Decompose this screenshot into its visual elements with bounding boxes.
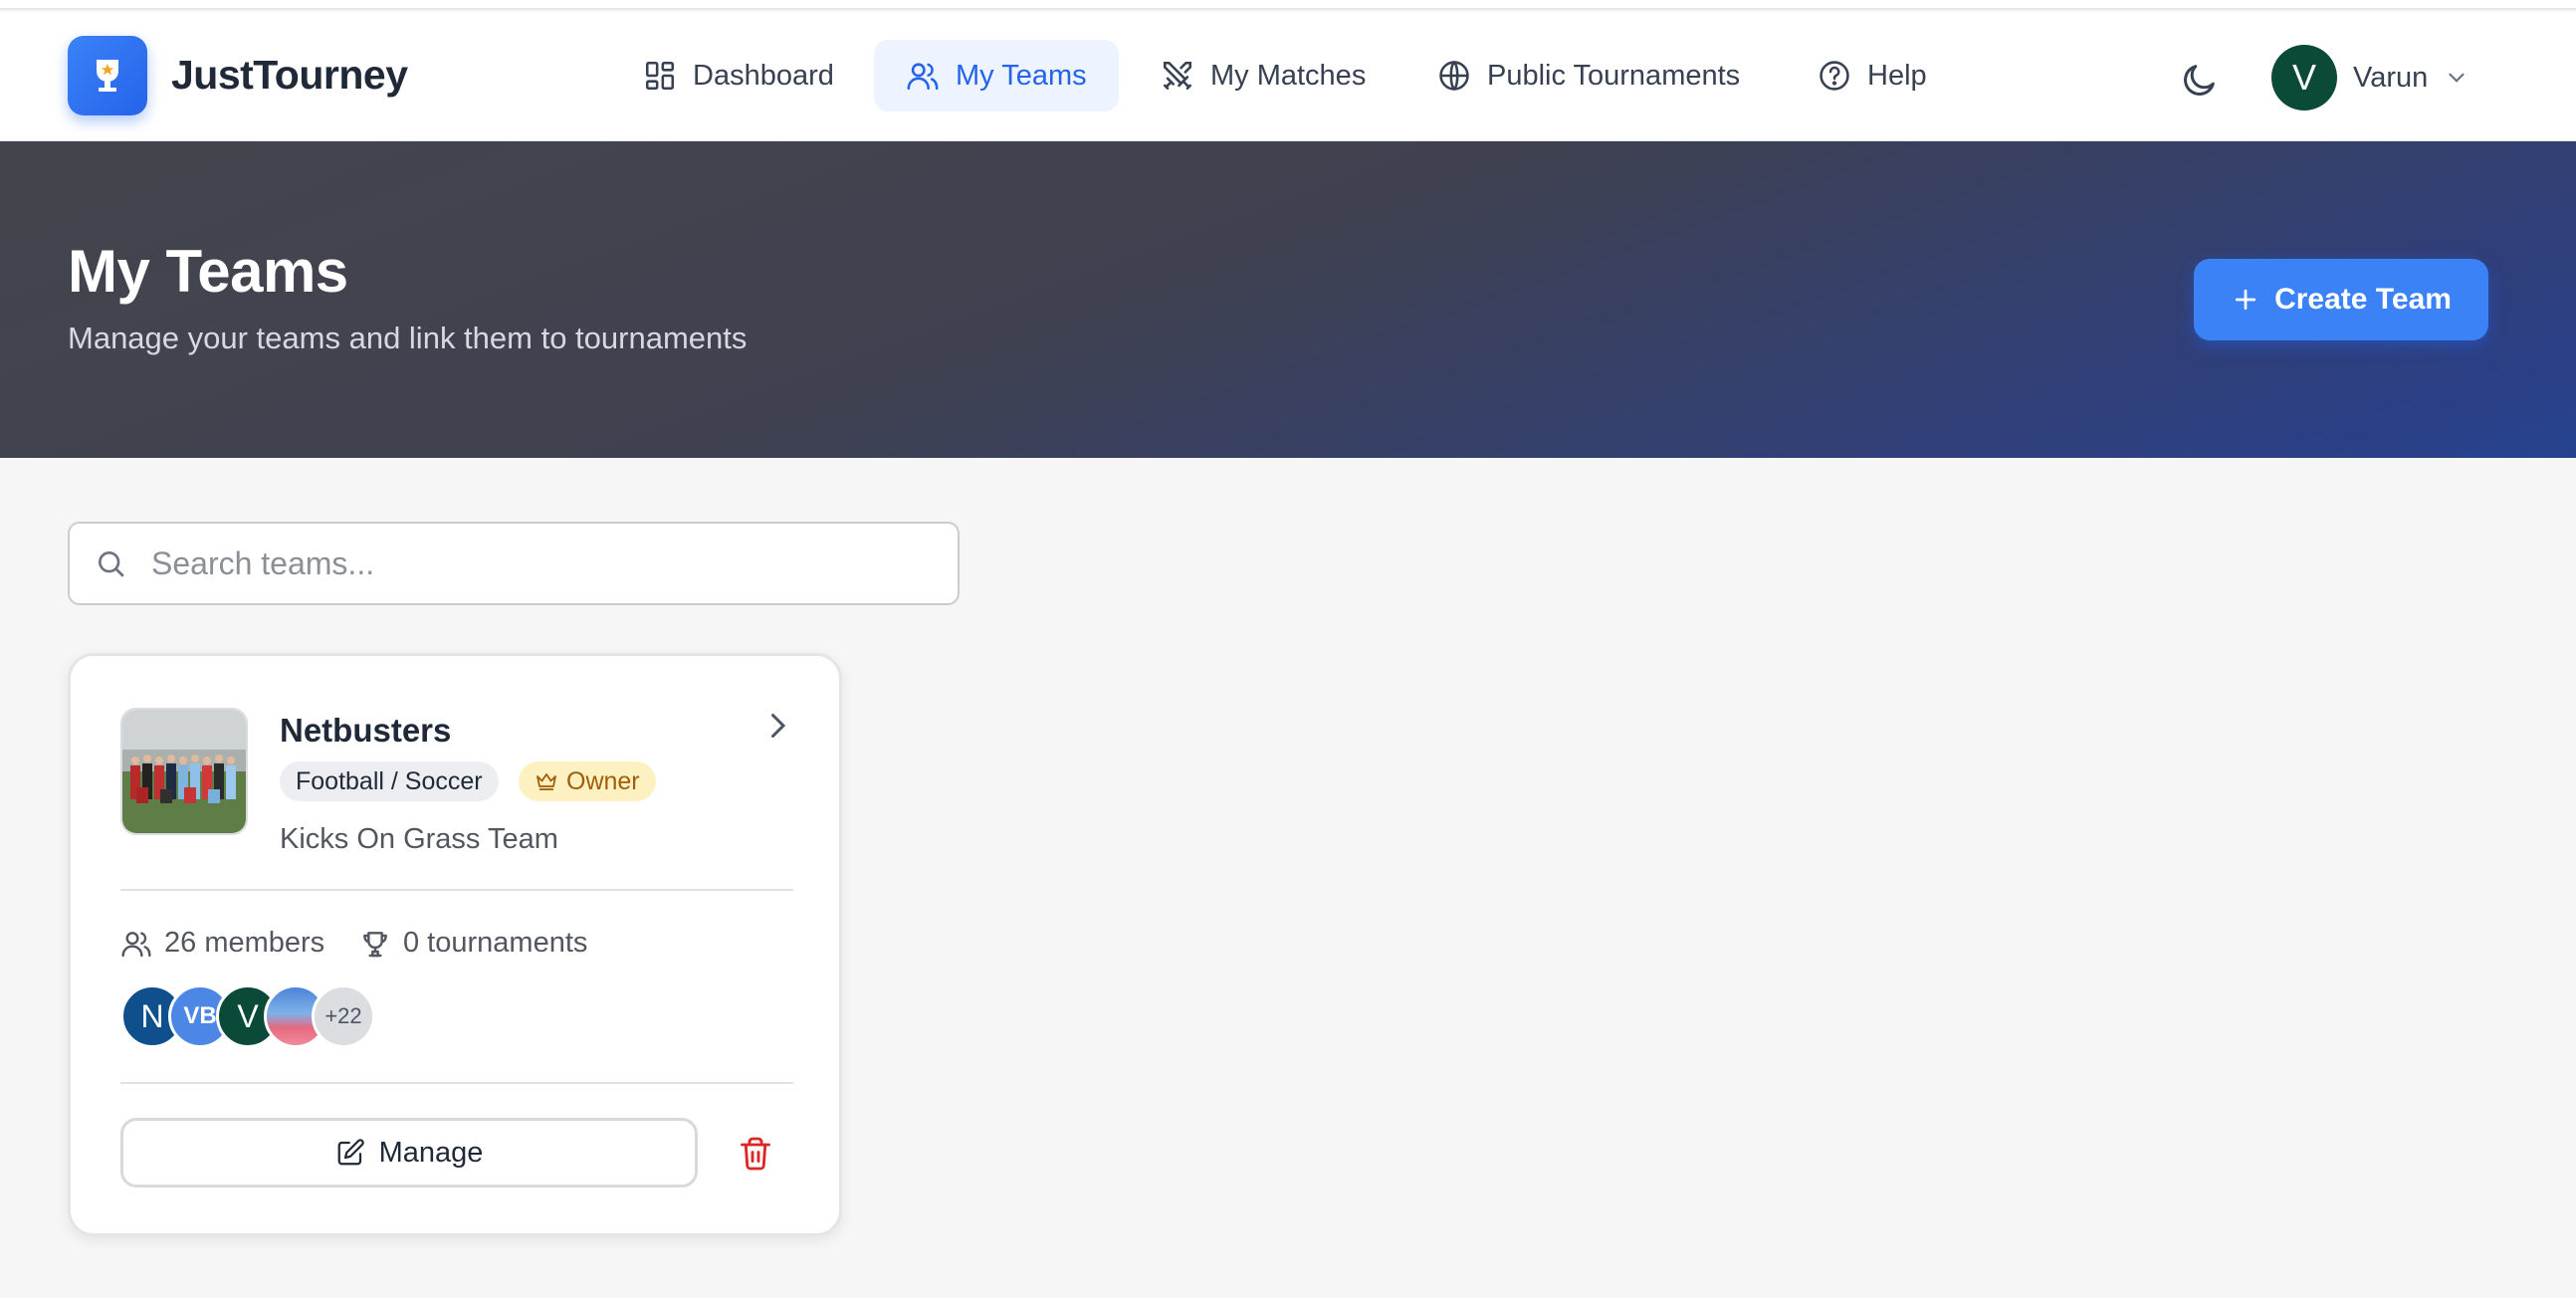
nav-my-matches-label: My Matches — [1210, 59, 1367, 92]
globe-icon — [1439, 60, 1469, 92]
user-avatar: V — [2271, 45, 2337, 110]
team-description: Kicks On Grass Team — [280, 823, 558, 855]
team-card[interactable]: Netbusters Football / Soccer Owner Kicks… — [68, 653, 842, 1236]
search-icon — [99, 551, 124, 577]
trophy-icon — [363, 931, 387, 957]
help-circle-icon — [1820, 61, 1849, 91]
delete-team-button[interactable] — [732, 1130, 779, 1178]
nav-public-tournaments-label: Public Tournaments — [1487, 59, 1741, 92]
user-name: Varun — [2353, 61, 2429, 94]
nav-help[interactable]: Help — [1786, 40, 1959, 111]
trophy-logo-icon — [97, 60, 118, 92]
page-header: My Teams Manage your teams and link them… — [0, 141, 2576, 458]
users-icon — [121, 931, 151, 957]
team-photo — [120, 708, 248, 835]
trash-icon — [741, 1137, 770, 1171]
manage-team-button[interactable]: Manage — [120, 1118, 698, 1188]
crown-icon — [537, 773, 556, 790]
dashboard-icon — [645, 61, 675, 91]
members-count: 26 members — [164, 927, 325, 959]
card-divider — [120, 1082, 793, 1084]
plus-icon — [2235, 289, 2256, 311]
manage-team-label: Manage — [378, 1136, 484, 1169]
tournaments-stat: 0 tournaments — [359, 927, 587, 960]
nav-my-matches[interactable]: My Matches — [1129, 40, 1397, 111]
page-subtitle: Manage your teams and link them to tourn… — [68, 321, 748, 355]
owner-badge-label: Owner — [566, 766, 640, 795]
nav-my-teams[interactable]: My Teams — [874, 40, 1119, 111]
chevron-right-icon[interactable] — [759, 708, 795, 744]
team-name[interactable]: Netbusters — [280, 712, 451, 750]
nav-my-teams-label: My Teams — [956, 59, 1087, 92]
create-team-label: Create Team — [2274, 283, 2452, 316]
moon-icon — [2184, 65, 2215, 96]
swords-icon — [1163, 61, 1192, 91]
sport-badge-label: Football / Soccer — [296, 766, 483, 795]
tournaments-count: 0 tournaments — [403, 927, 588, 959]
nav-public-tournaments[interactable]: Public Tournaments — [1405, 40, 1772, 111]
page-title: My Teams — [68, 238, 348, 305]
theme-toggle-button[interactable] — [2178, 58, 2222, 102]
create-team-button[interactable]: Create Team — [2194, 259, 2488, 340]
owner-badge: Owner — [519, 761, 656, 801]
search-box[interactable] — [68, 522, 960, 605]
app-logo[interactable] — [68, 36, 147, 115]
card-divider — [120, 889, 793, 891]
member-avatars: N VB V +22 — [120, 984, 419, 1048]
members-stat: 26 members — [120, 927, 324, 960]
sport-badge: Football / Soccer — [280, 761, 499, 801]
users-icon — [907, 63, 939, 91]
edit-icon — [337, 1139, 364, 1166]
more-members-count: +22 — [312, 984, 375, 1048]
chevron-down-icon — [2449, 73, 2465, 83]
team-photo-image — [122, 710, 246, 833]
search-input[interactable] — [151, 544, 928, 582]
user-menu[interactable]: V Varun — [2271, 44, 2469, 111]
app-title[interactable]: JustTourney — [171, 52, 408, 99]
top-navbar: JustTourney Dashboard My Teams My Matche… — [0, 12, 2576, 141]
nav-dashboard-label: Dashboard — [693, 59, 834, 92]
nav-help-label: Help — [1867, 59, 1927, 92]
window-top-border — [0, 0, 2576, 10]
nav-dashboard[interactable]: Dashboard — [611, 40, 866, 111]
